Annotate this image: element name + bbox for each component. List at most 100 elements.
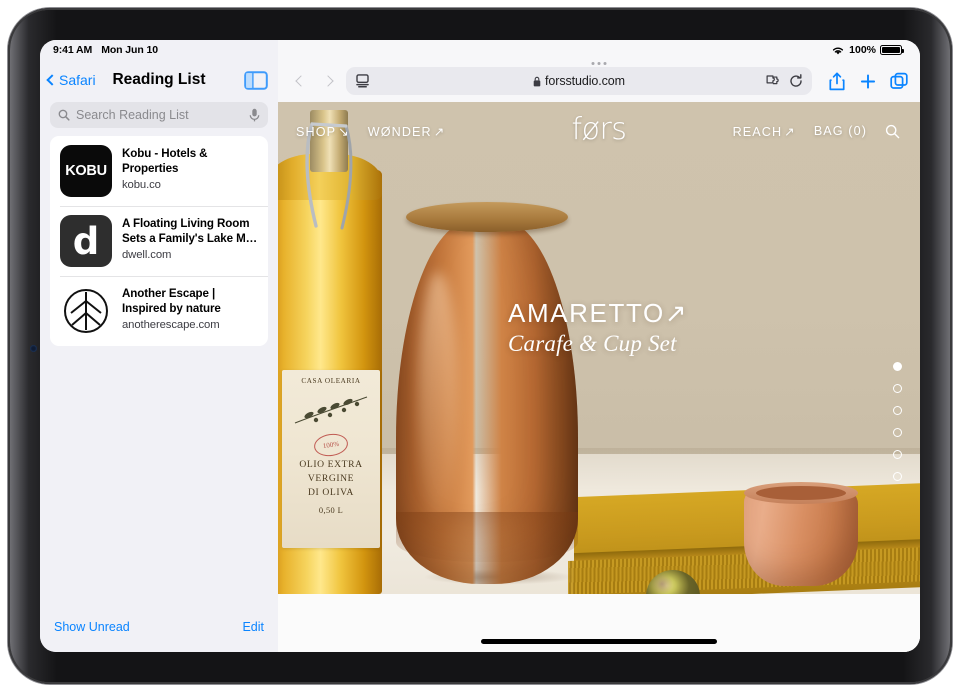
list-item-url: dwell.com — [122, 248, 172, 261]
nav-link-shop-label: SHOP — [296, 124, 337, 139]
forward-button[interactable] — [316, 68, 342, 94]
address-bar-actions — [766, 74, 803, 88]
carousel-dot[interactable] — [893, 384, 902, 393]
hero-title: AMARETTO — [508, 298, 665, 328]
battery-percent: 100% — [849, 44, 876, 56]
address-bar[interactable]: forsstudio.com — [346, 67, 812, 95]
front-camera — [30, 345, 37, 352]
tabs-icon[interactable] — [890, 72, 908, 91]
chevron-left-icon — [46, 74, 58, 86]
magnifying-glass-icon — [58, 109, 70, 121]
back-button[interactable] — [286, 68, 312, 94]
site-search-icon[interactable] — [885, 124, 900, 139]
search-container: Search Reading List — [40, 100, 278, 136]
arrow-up-right-icon: ↗ — [784, 124, 796, 139]
fruit-blush — [650, 572, 680, 594]
nav-link-wonder[interactable]: WØNDER ↗ — [368, 124, 446, 139]
carafe-wooden-lid — [406, 202, 568, 232]
bottle-label-line2: VERGINE — [307, 472, 355, 484]
cup-interior — [756, 486, 846, 500]
kobu-favicon-text: KOBU — [65, 163, 107, 179]
list-item-text: A Floating Living Room Sets a Family's L… — [122, 215, 258, 261]
list-item-url: kobu.co — [122, 178, 161, 191]
carousel-dot[interactable] — [893, 362, 902, 371]
show-unread-button[interactable]: Show Unread — [54, 620, 130, 634]
url-text: forsstudio.com — [545, 74, 625, 88]
bottle-label-volume: 0,50 L — [318, 505, 344, 515]
sidebar-header: Safari Reading List — [40, 60, 278, 100]
carousel-dot[interactable] — [893, 406, 902, 415]
share-icon[interactable] — [828, 72, 846, 91]
reload-icon[interactable] — [789, 74, 803, 88]
olive-branch-icon — [282, 387, 380, 433]
another-escape-leaf-favicon — [60, 285, 112, 337]
list-item-url: anotherescape.com — [122, 318, 220, 331]
list-item-text: Another Escape | Inspired by nature anot… — [122, 285, 258, 331]
microphone-icon[interactable] — [249, 108, 260, 122]
carousel-dot[interactable] — [893, 450, 902, 459]
list-item-text: Kobu - Hotels & Properties kobu.co — [122, 145, 258, 191]
list-item-title: Kobu - Hotels & Properties — [122, 147, 208, 176]
list-item-title: Another Escape | Inspired by nature — [122, 287, 221, 316]
sidebar-toggle-icon[interactable] — [244, 70, 268, 90]
chevron-right-icon — [321, 75, 334, 87]
browser-pane: 100% forsstudio.com CASA OLEARIA 100% OL… — [278, 40, 920, 652]
hero-copy[interactable]: AMARETTO ↗ Carafe & Cup Set — [508, 298, 688, 357]
nav-link-shop[interactable]: SHOP ↘ — [296, 124, 350, 139]
lock-icon — [533, 76, 541, 86]
safari-toolbar: forsstudio.com — [278, 60, 920, 102]
status-bar-right: 100% — [278, 40, 920, 60]
puzzle-piece-icon[interactable] — [766, 74, 780, 88]
back-label: Safari — [59, 72, 96, 88]
home-indicator[interactable] — [481, 639, 717, 644]
site-navigation: SHOP ↘ WØNDER ↗ førs REACH ↗ BAG (0) — [278, 102, 920, 160]
nav-link-reach[interactable]: REACH ↗ — [733, 124, 796, 139]
nav-link-bag[interactable]: BAG (0) — [814, 124, 867, 138]
nav-link-wonder-label: WØNDER — [367, 124, 432, 139]
reading-list-sidebar: 9:41 AM Mon Jun 10 Safari Reading List S… — [40, 40, 278, 652]
arrow-up-right-icon: ↗ — [664, 298, 689, 328]
reading-list: KOBU Kobu - Hotels & Properties kobu.co … — [50, 136, 268, 346]
edit-button[interactable]: Edit — [242, 620, 264, 634]
arrow-up-right-icon: ↗ — [433, 124, 446, 139]
hero-image: CASA OLEARIA 100% OLIO EXTRA VERGINE DI … — [278, 102, 920, 594]
search-input[interactable]: Search Reading List — [50, 102, 268, 128]
carousel-dots — [893, 362, 902, 481]
search-placeholder: Search Reading List — [76, 108, 189, 122]
status-bar-left: 9:41 AM Mon Jun 10 — [40, 40, 278, 60]
list-item[interactable]: KOBU Kobu - Hotels & Properties kobu.co — [50, 136, 268, 206]
window-grabber[interactable] — [591, 62, 607, 65]
status-date: Mon Jun 10 — [101, 44, 158, 56]
nav-link-bag-label: BAG (0) — [813, 124, 867, 138]
ipad-screen: 9:41 AM Mon Jun 10 Safari Reading List S… — [40, 40, 920, 652]
list-item[interactable]: Another Escape | Inspired by nature anot… — [50, 276, 268, 346]
dwell-favicon: d — [60, 215, 112, 267]
carousel-dot[interactable] — [893, 472, 902, 481]
bottle-label-top: CASA OLEARIA — [301, 377, 361, 385]
nav-link-reach-label: REACH — [732, 124, 783, 139]
bottle-label-line1: OLIO EXTRA — [299, 459, 363, 470]
arrow-down-right-icon: ↘ — [338, 124, 350, 139]
battery-full-icon — [880, 44, 904, 56]
aa-page-settings-icon[interactable] — [355, 74, 370, 88]
quality-stamp: 100% — [312, 431, 350, 459]
status-time: 9:41 AM — [53, 44, 93, 56]
bottle-label-line3: DI OLIVA — [308, 486, 354, 498]
list-item-title: A Floating Living Room Sets a Family's L… — [122, 217, 258, 246]
list-item[interactable]: d A Floating Living Room Sets a Family's… — [50, 206, 268, 276]
dwell-favicon-text: d — [72, 219, 100, 263]
hero-subtitle: Carafe & Cup Set — [508, 331, 677, 356]
webpage-viewport: CASA OLEARIA 100% OLIO EXTRA VERGINE DI … — [278, 102, 920, 652]
carousel-dot[interactable] — [893, 428, 902, 437]
ipad-device-frame: 9:41 AM Mon Jun 10 Safari Reading List S… — [8, 8, 952, 684]
back-to-safari-button[interactable]: Safari — [46, 72, 96, 88]
nav-right-group: REACH ↗ BAG (0) — [733, 124, 900, 139]
chevron-left-icon — [294, 75, 307, 87]
sidebar-footer: Show Unread Edit — [40, 608, 278, 652]
bottle-label: CASA OLEARIA 100% OLIO EXTRA VERGINE DI … — [282, 370, 380, 548]
wifi-icon — [833, 47, 844, 54]
toolbar-actions — [816, 72, 908, 91]
plus-icon[interactable] — [859, 72, 877, 91]
carafe-highlight — [418, 272, 458, 522]
ceramic-carafe — [396, 220, 578, 584]
